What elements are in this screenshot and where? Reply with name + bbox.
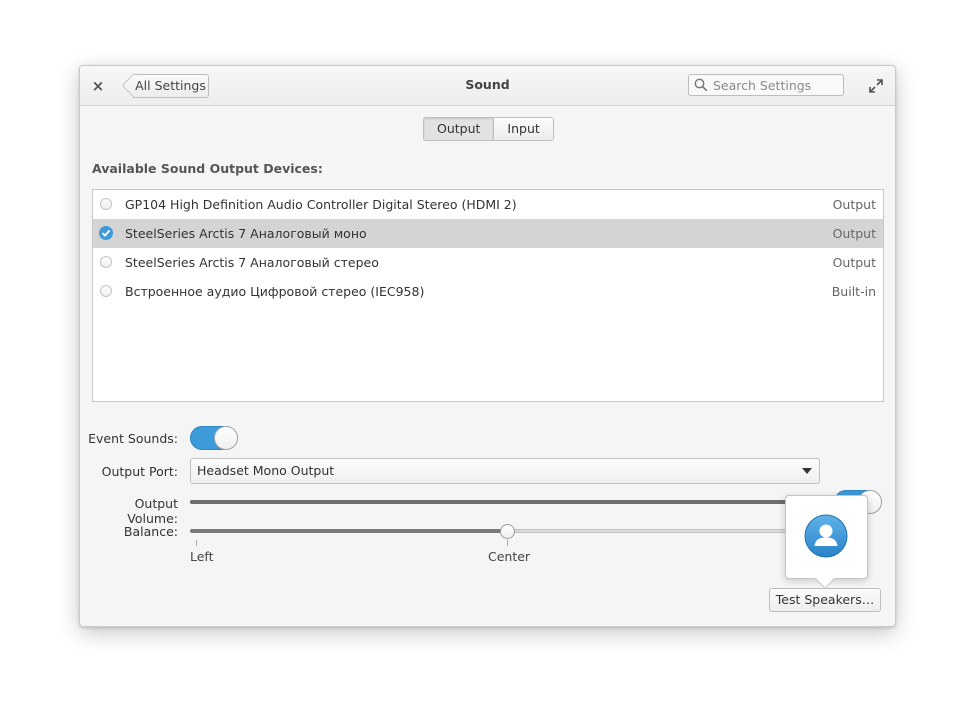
device-name: GP104 High Definition Audio Controller D…	[125, 197, 517, 212]
device-row[interactable]: GP104 High Definition Audio Controller D…	[93, 190, 883, 219]
radio-button-checked[interactable]	[99, 226, 113, 240]
maximize-icon[interactable]	[868, 78, 884, 94]
device-row-selected[interactable]: SteelSeries Arctis 7 Аналоговый моно Out…	[93, 219, 883, 248]
device-name: SteelSeries Arctis 7 Аналоговый стерео	[125, 255, 379, 270]
search-icon	[694, 78, 708, 92]
device-type: Output	[832, 226, 876, 241]
output-port-value: Headset Mono Output	[197, 463, 335, 478]
toggle-knob[interactable]	[214, 426, 238, 450]
device-type: Built-in	[831, 284, 876, 299]
search-input[interactable]	[713, 76, 839, 94]
output-port-dropdown[interactable]: Headset Mono Output	[190, 458, 820, 484]
balance-tick-center	[507, 540, 508, 546]
output-volume-label: Output Volume:	[127, 496, 178, 526]
event-sounds-label: Event Sounds:	[88, 431, 178, 446]
balance-label: Balance:	[123, 524, 178, 539]
checkmark-icon	[101, 229, 111, 237]
output-port-label: Output Port:	[101, 464, 178, 479]
search-field[interactable]	[688, 74, 844, 96]
tab-input[interactable]: Input	[494, 118, 553, 140]
balance-slider-knob[interactable]	[500, 524, 515, 539]
tab-output[interactable]: Output	[424, 118, 495, 140]
output-volume-slider[interactable]	[190, 500, 820, 504]
speaker-position-icon[interactable]	[804, 514, 848, 558]
device-name: Встроенное аудио Цифровой стерео (IEC958…	[125, 284, 425, 299]
radio-button[interactable]	[100, 285, 112, 297]
test-speakers-popover	[785, 495, 868, 579]
header-bar: × All Settings Sound	[80, 66, 895, 106]
radio-button[interactable]	[100, 256, 112, 268]
test-speakers-button[interactable]: Test Speakers…	[769, 588, 881, 612]
dropdown-arrow-icon	[802, 468, 812, 474]
balance-tick-left	[196, 540, 197, 546]
output-volume-fill	[190, 500, 820, 504]
sound-settings-window: × All Settings Sound Output Input Availa…	[79, 65, 896, 627]
device-row[interactable]: SteelSeries Arctis 7 Аналоговый стерео O…	[93, 248, 883, 277]
devices-section-title: Available Sound Output Devices:	[92, 161, 323, 176]
device-list: GP104 High Definition Audio Controller D…	[92, 189, 884, 402]
balance-fill	[190, 529, 505, 533]
device-type: Output	[832, 197, 876, 212]
radio-button[interactable]	[100, 198, 112, 210]
output-input-switch: Output Input	[423, 117, 554, 141]
balance-left-label: Left	[190, 549, 214, 564]
device-row[interactable]: Встроенное аудио Цифровой стерео (IEC958…	[93, 277, 883, 306]
device-name: SteelSeries Arctis 7 Аналоговый моно	[125, 226, 367, 241]
event-sounds-toggle[interactable]	[190, 426, 238, 450]
balance-center-label: Center	[488, 549, 531, 564]
device-type: Output	[832, 255, 876, 270]
